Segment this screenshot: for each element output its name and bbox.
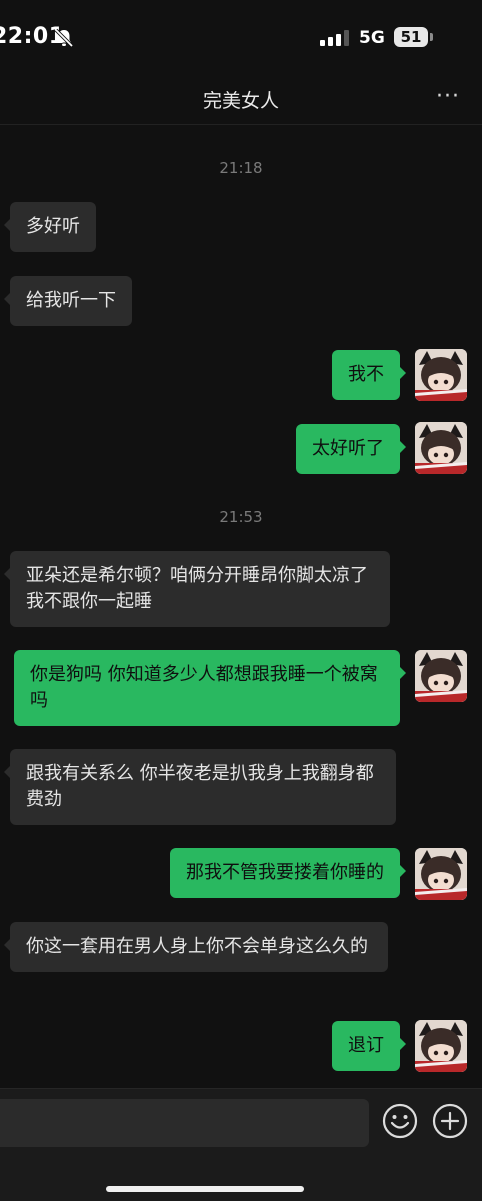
chat-header: 完美女人 ··· [0,76,482,125]
avatar[interactable] [415,650,467,702]
incoming-message[interactable]: 多好听 [4,202,96,252]
outgoing-message[interactable]: 你是狗吗 你知道多少人都想跟我睡一个被窝吗 [14,650,406,726]
network-type: 5G [359,28,385,48]
avatar-image [415,349,467,401]
avatar-image [415,422,467,474]
avatar[interactable] [415,422,467,474]
more-icon[interactable]: ··· [432,82,464,112]
avatar-image [415,650,467,702]
signal-icon [320,30,349,46]
plus-icon[interactable] [432,1103,468,1139]
avatar[interactable] [415,349,467,401]
outgoing-message[interactable]: 太好听了 [296,424,406,474]
timestamp: 21:18 [219,159,263,177]
home-indicator[interactable] [106,1186,304,1192]
chat-title: 完美女人 [202,90,279,112]
status-bar: 22:01 5G 51 [0,0,482,76]
battery-icon: 51 [394,27,428,47]
outgoing-message[interactable]: 我不 [332,350,406,400]
avatar-image [415,848,467,900]
emoji-icon[interactable] [382,1103,418,1139]
message-input[interactable] [0,1099,369,1147]
incoming-message[interactable]: 跟我有关系么 你半夜老是扒我身上我翻身都费劲 [4,749,396,825]
input-bar [0,1088,482,1201]
avatar-image [415,1020,467,1072]
outgoing-message[interactable]: 退订 [332,1021,406,1071]
bell-muted-icon [54,28,74,48]
incoming-message[interactable]: 你这一套用在男人身上你不会单身这么久的 [4,922,388,972]
outgoing-message[interactable]: 那我不管我要搂着你睡的 [170,848,406,898]
timestamp: 21:53 [219,508,263,526]
avatar[interactable] [415,848,467,900]
incoming-message[interactable]: 给我听一下 [4,276,132,326]
battery-tip [430,33,433,41]
avatar[interactable] [415,1020,467,1072]
incoming-message[interactable]: 亚朵还是希尔顿？咱俩分开睡昂你脚太凉了我不跟你一起睡 [4,551,390,627]
